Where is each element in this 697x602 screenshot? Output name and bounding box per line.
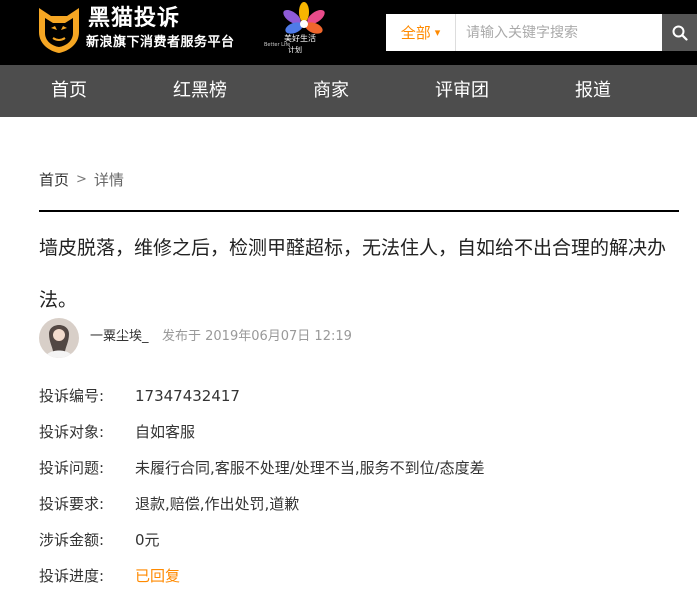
caret-down-icon: ▾ xyxy=(434,26,441,39)
nav-item-jury[interactable]: 评审团 xyxy=(422,65,502,117)
publish-time: 发布于 2019年06月07日 12:19 xyxy=(162,329,352,344)
breadcrumb-separator: > xyxy=(76,172,87,187)
logo-subtitle: 新浪旗下消费者服务平台 xyxy=(86,35,235,50)
author-name[interactable]: 一粟尘埃_ xyxy=(90,328,149,346)
cat-shield-icon[interactable] xyxy=(37,6,81,54)
avatar[interactable] xyxy=(39,318,79,358)
nav-item-reports[interactable]: 报道 xyxy=(553,65,633,117)
info-value[interactable]: 自如客服 xyxy=(135,421,195,443)
top-header: 黑猫投诉 新浪旗下消费者服务平台 美好生活 Better Life 计划 全部 … xyxy=(0,0,697,65)
main-nav: 首页 红黑榜 商家 评审团 报道 xyxy=(0,65,697,117)
search-input[interactable] xyxy=(456,14,662,51)
search-category-select[interactable]: 全部 ▾ xyxy=(386,14,456,51)
info-label: 投诉对象: xyxy=(39,423,105,441)
info-label: 投诉要求: xyxy=(39,495,105,513)
info-label: 投诉进度: xyxy=(39,567,105,585)
breadcrumb: 首页 > 详情 xyxy=(39,170,124,190)
info-label: 投诉问题: xyxy=(39,459,105,477)
info-value: 17347432417 xyxy=(135,387,240,405)
breadcrumb-current: 详情 xyxy=(93,171,124,189)
info-row-issue: 投诉问题: 未履行合同,客服不处理/处理不当,服务不到位/态度差 xyxy=(39,457,485,479)
info-label: 涉诉金额: xyxy=(39,531,105,549)
partner-line3: 计划 xyxy=(288,46,302,54)
nav-item-ranking[interactable]: 红黑榜 xyxy=(160,65,240,117)
search-button[interactable] xyxy=(662,14,697,51)
search-box: 全部 ▾ xyxy=(386,14,697,51)
nav-item-home[interactable]: 首页 xyxy=(29,65,109,117)
complaint-title: 墙皮脱落，维修之后，检测甲醛超标，无法住人，自如给不出合理的解决办法。 xyxy=(39,237,667,311)
info-row-amount: 涉诉金额: 0元 xyxy=(39,529,160,551)
info-value: 退款,赔偿,作出处罚,道歉 xyxy=(135,495,300,513)
avatar-photo xyxy=(39,318,79,358)
info-value: 未履行合同,客服不处理/处理不当,服务不到位/态度差 xyxy=(135,459,485,477)
logo-title[interactable]: 黑猫投诉 xyxy=(88,6,180,32)
info-row-progress: 投诉进度: 已回复 xyxy=(39,565,180,587)
search-category-label: 全部 xyxy=(400,24,431,42)
nav-item-merchants[interactable]: 商家 xyxy=(291,65,371,117)
status-badge: 已回复 xyxy=(135,567,181,585)
info-row-request: 投诉要求: 退款,赔偿,作出处罚,道歉 xyxy=(39,493,299,515)
title-divider xyxy=(39,210,679,212)
info-row-id: 投诉编号: 17347432417 xyxy=(39,385,240,407)
search-icon xyxy=(672,25,688,41)
breadcrumb-home[interactable]: 首页 xyxy=(39,170,69,190)
info-label: 投诉编号: xyxy=(39,387,105,405)
info-value: 0元 xyxy=(135,531,160,549)
info-row-target: 投诉对象: 自如客服 xyxy=(39,421,195,443)
partner-line2: Better Life xyxy=(264,42,291,48)
